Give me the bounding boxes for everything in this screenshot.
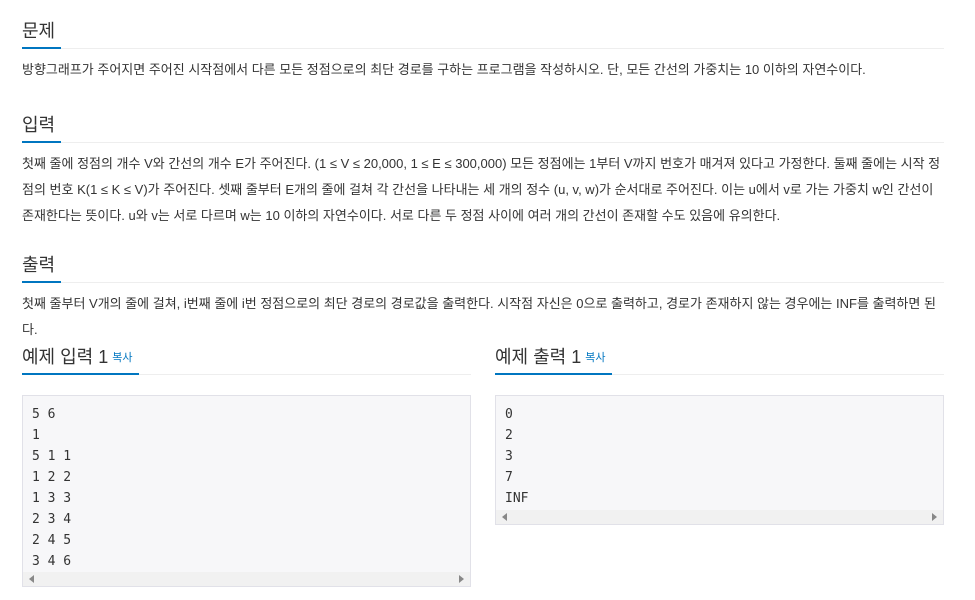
scroll-right-icon[interactable] <box>932 513 937 521</box>
input-section: 입력 첫째 줄에 정점의 개수 V와 간선의 개수 E가 주어진다. (1 ≤ … <box>22 112 944 229</box>
sample-input-text: 5 6 1 5 1 1 1 2 2 1 3 3 2 3 4 2 4 5 3 4 … <box>32 407 72 569</box>
problem-section: 문제 방향그래프가 주어지면 주어진 시작점에서 다른 모든 정점으로의 최단 … <box>22 18 944 83</box>
sample-input-section: 예제 입력 1 복사 <box>22 344 471 375</box>
output-section: 출력 첫째 줄부터 V개의 줄에 걸쳐, i번째 줄에 i번 정점으로의 최단 … <box>22 252 944 343</box>
sample-input-heading: 예제 입력 1 <box>22 347 109 367</box>
copy-output-button[interactable]: 복사 <box>585 352 605 364</box>
copy-input-button[interactable]: 복사 <box>112 352 132 364</box>
output-text: 첫째 줄부터 V개의 줄에 걸쳐, i번째 줄에 i번 정점으로의 최단 경로의… <box>22 296 936 337</box>
sample-input-box: 5 6 1 5 1 1 1 2 2 1 3 3 2 3 4 2 4 5 3 4 … <box>22 395 471 587</box>
sample-output-section: 예제 출력 1 복사 <box>495 344 944 375</box>
input-text: 첫째 줄에 정점의 개수 V와 간선의 개수 E가 주어진다. (1 ≤ V ≤… <box>22 156 941 223</box>
sample-output-text: 0 2 3 7 INF <box>505 407 529 506</box>
sample-output-box: 0 2 3 7 INF <box>495 395 944 525</box>
sample-output-heading: 예제 출력 1 <box>495 347 582 367</box>
horizontal-scrollbar[interactable] <box>496 510 943 524</box>
problem-text: 방향그래프가 주어지면 주어진 시작점에서 다른 모든 정점으로의 최단 경로를… <box>22 62 866 77</box>
horizontal-scrollbar[interactable] <box>23 572 470 586</box>
scroll-left-icon[interactable] <box>502 513 507 521</box>
output-heading: 출력 <box>22 252 62 283</box>
input-heading: 입력 <box>22 112 62 143</box>
scroll-right-icon[interactable] <box>459 575 464 583</box>
problem-heading: 문제 <box>22 18 62 49</box>
scroll-left-icon[interactable] <box>29 575 34 583</box>
